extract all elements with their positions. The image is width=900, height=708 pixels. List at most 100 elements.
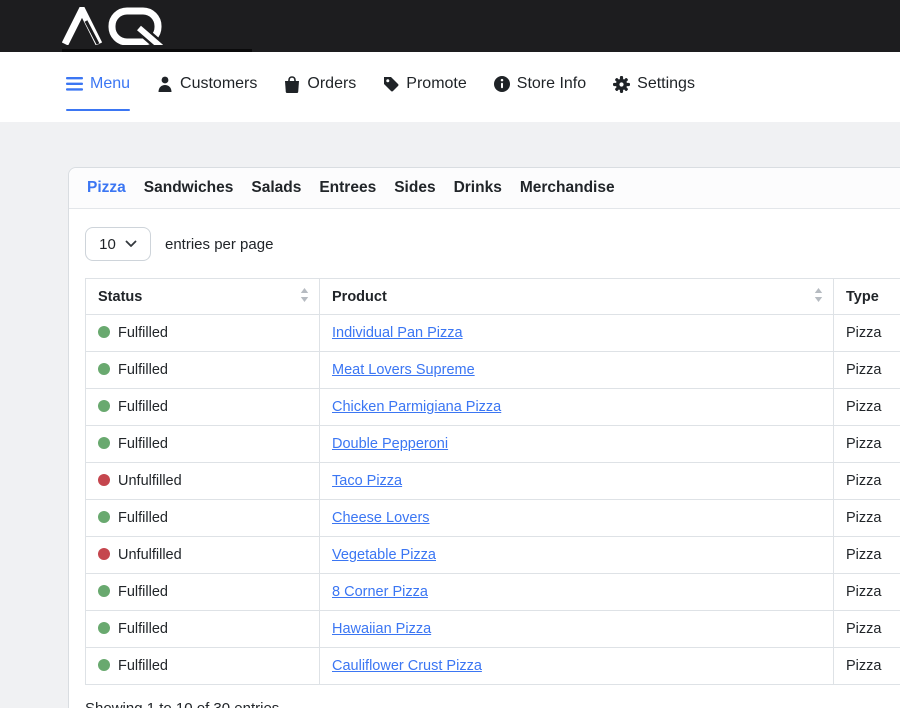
tab-drinks[interactable]: Drinks [454,179,502,197]
nav-item-label: Menu [90,75,130,93]
app-header [0,0,900,52]
products-table: Status Product Type [85,278,900,685]
nav-item-orders[interactable]: Orders [284,75,356,93]
product-cell: Double Pepperoni [320,426,834,463]
tab-pizza[interactable]: Pizza [87,179,126,197]
product-link[interactable]: Cheese Lovers [332,510,430,526]
tab-salads[interactable]: Salads [251,179,301,197]
status-dot-icon [98,400,110,412]
nav-item-store-info[interactable]: Store Info [494,75,586,93]
chevron-down-icon [125,240,137,248]
nav-item-label: Promote [406,75,466,93]
table-row: FulfilledChicken Parmigiana PizzaPizza [86,389,900,426]
type-cell: Pizza [834,574,900,611]
product-cell: Vegetable Pizza [320,537,834,574]
status-dot-icon [98,437,110,449]
product-link[interactable]: Taco Pizza [332,473,402,489]
table-row: UnfulfilledTaco PizzaPizza [86,463,900,500]
table-header-row: Status Product Type [86,279,900,315]
nav-item-label: Settings [637,75,695,93]
type-cell: Pizza [834,315,900,352]
status-dot-icon [98,326,110,338]
page-size-row: 10 entries per page [85,227,900,261]
logo-underline-strip [62,49,252,52]
table-row: Unfulfilled Vegetable Pizza Pizza [86,537,900,574]
status-dot-icon [98,585,110,597]
tag-icon [383,76,399,92]
status-dot-icon [98,548,110,560]
status-cell: Fulfilled [86,648,320,685]
product-cell: 8 Corner Pizza [320,574,834,611]
table-row: Fulfilled Hawaiian Pizza Pizza [86,611,900,648]
category-tabs: Pizza Sandwiches Salads Entrees Sides Drinks M… [69,168,900,209]
product-cell: Chicken Parmigiana Pizza [320,389,834,426]
product-link[interactable]: Vegetable Pizza [332,547,436,563]
type-cell: Pizza [834,500,900,537]
status-cell: Unfulfilled [86,537,320,574]
product-cell: Hawaiian Pizza [320,611,834,648]
tab-merchandise[interactable]: Merchandise [520,179,615,197]
product-cell: Meat Lovers Supreme [320,352,834,389]
nav-item-label: Orders [307,75,356,93]
product-link[interactable]: Double Pepperoni [332,436,448,452]
person-icon [157,76,173,92]
sort-icon[interactable] [814,288,823,306]
status-dot-icon [98,474,110,486]
entries-per-page-value: 10 [99,236,116,253]
status-cell: Fulfilled [86,315,320,352]
product-cell: Taco Pizza [320,463,834,500]
type-cell: Pizza [834,426,900,463]
status-cell: Fulfilled [86,500,320,537]
entries-per-page-select[interactable]: 10 [85,227,151,261]
sort-icon[interactable] [300,288,309,306]
entries-per-page-label: entries per page [165,236,273,253]
tab-sides[interactable]: Sides [394,179,435,197]
tab-entrees[interactable]: Entrees [319,179,376,197]
table-row: Fulfilled 8 Corner Pizza Pizza [86,574,900,611]
menu-card: Pizza Sandwiches Salads Entrees Sides Drinks M… [68,167,900,708]
status-cell: Fulfilled [86,611,320,648]
table-row: Fulfilled Meat Lovers Supreme Pizza [86,352,900,389]
product-link[interactable]: Cauliflower Crust Pizza [332,658,482,674]
gear-icon [613,76,630,93]
status-cell: Fulfilled [86,426,320,463]
product-link[interactable]: Individual Pan Pizza [332,325,463,341]
status-cell: Fulfilled [86,352,320,389]
column-header-product[interactable]: Product [320,279,834,315]
type-cell: Pizza [834,352,900,389]
product-cell: Individual Pan Pizza [320,315,834,352]
type-cell: Pizza [834,611,900,648]
nav-item-settings[interactable]: Settings [613,75,695,93]
nav-item-label: Customers [180,75,257,93]
status-dot-icon [98,363,110,375]
product-link[interactable]: Hawaiian Pizza [332,621,431,637]
status-dot-icon [98,659,110,671]
nav-item-customers[interactable]: Customers [157,75,257,93]
nav-item-label: Store Info [517,75,586,93]
table-row: Fulfilled Individual Pan Pizza Pizza [86,315,900,352]
status-dot-icon [98,511,110,523]
tab-sandwiches[interactable]: Sandwiches [144,179,234,197]
product-cell: Cauliflower Crust Pizza [320,648,834,685]
status-cell: Unfulfilled [86,463,320,500]
aiq-logo[interactable] [62,7,170,47]
table-row: Fulfilled Cheese Lovers Pizza [86,500,900,537]
status-cell: Fulfilled [86,389,320,426]
product-link[interactable]: Chicken Parmigiana Pizza [332,399,501,415]
info-icon [494,76,510,92]
type-cell: Pizza [834,648,900,685]
main-content: Pizza Sandwiches Salads Entrees Sides Drinks M… [0,122,900,708]
menu-card-body: 10 entries per page Status [69,209,900,708]
column-header-type[interactable]: Type [834,279,900,315]
hamburger-icon [66,77,83,91]
product-link[interactable]: Meat Lovers Supreme [332,362,475,378]
nav-item-promote[interactable]: Promote [383,75,466,93]
primary-nav: Menu Customers Orders Promote [0,52,900,122]
table-row: Fulfilled Cauliflower Crust Pizza Pizza [86,648,900,685]
type-cell: Pizza [834,537,900,574]
nav-item-menu[interactable]: Menu [66,75,130,111]
table-row: Fulfilled Double Pepperoni Pizza [86,426,900,463]
column-header-status[interactable]: Status [86,279,320,315]
product-link[interactable]: 8 Corner Pizza [332,584,428,600]
status-cell: Fulfilled [86,574,320,611]
